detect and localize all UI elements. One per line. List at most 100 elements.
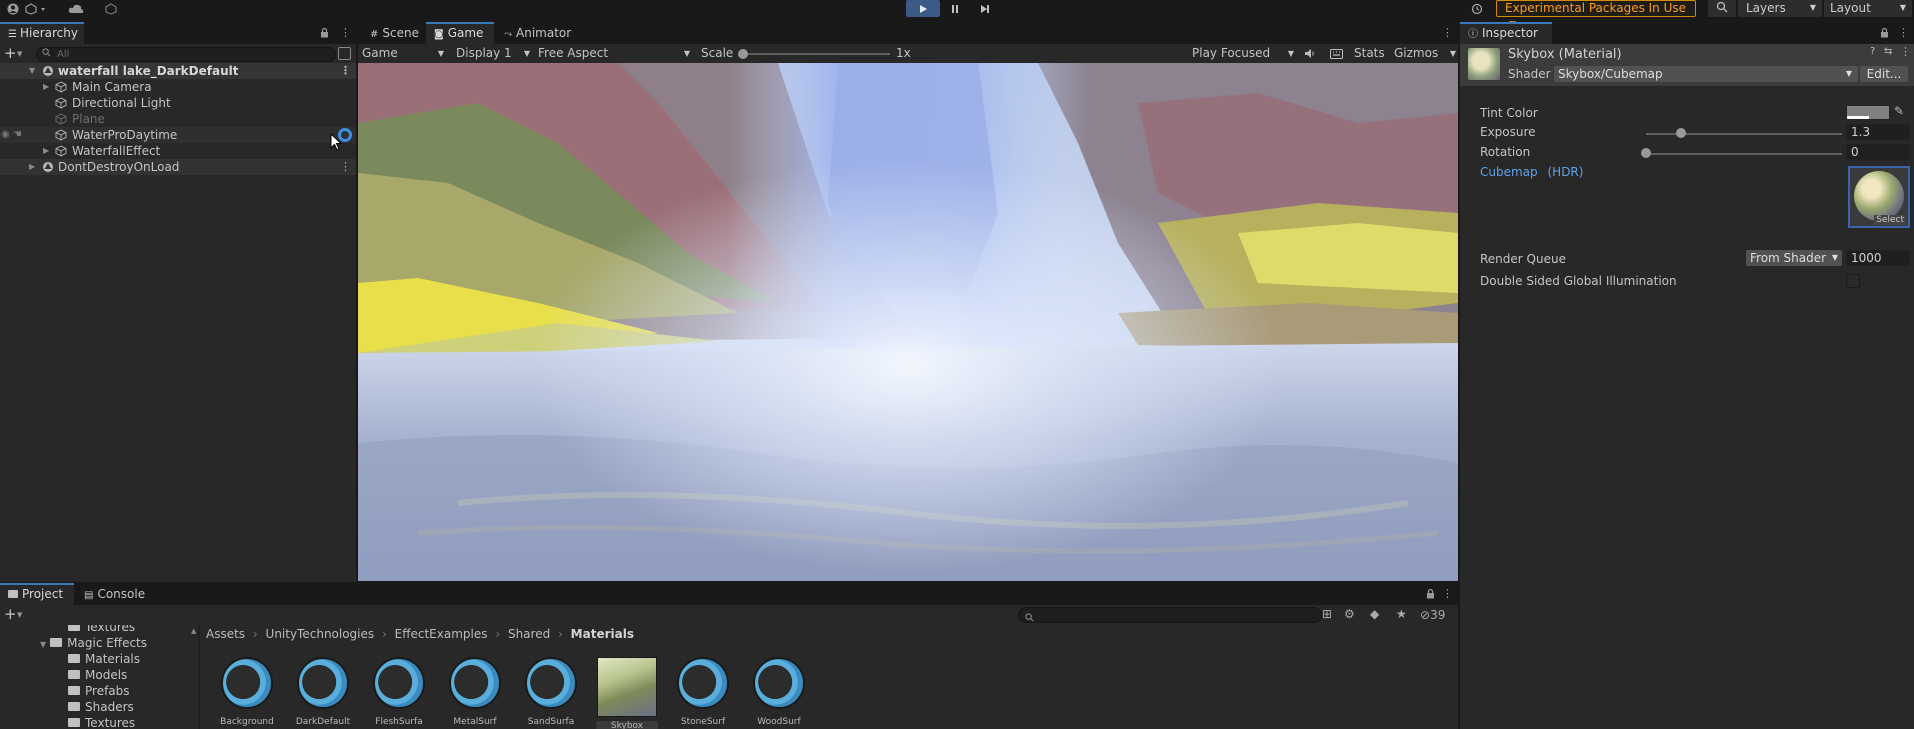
chevron-down-icon: ▼ (1287, 49, 1294, 58)
tab-animator[interactable]: ⤳ Animator (496, 22, 586, 44)
asset-skybox-selected[interactable]: Skybox (596, 657, 658, 729)
asset-material[interactable]: MetalSurf (444, 657, 506, 727)
game-viewport[interactable] (358, 63, 1458, 581)
asset-material[interactable]: FleshSurfa (368, 657, 430, 727)
hierarchy-row-dontdestroyonload[interactable]: ▶ DontDestroyOnLoad ⋮ (0, 159, 356, 175)
stats-toggle[interactable]: Stats (1354, 44, 1385, 63)
chevron-down-icon[interactable]: ▼ (17, 611, 22, 619)
experimental-packages-dropdown[interactable]: Experimental Packages In Use ▼ (1496, 0, 1696, 30)
hierarchy-row-main-camera[interactable]: ▶ Main Camera (0, 79, 356, 95)
help-icon[interactable]: ? (1870, 46, 1875, 57)
console-icon: ▤ (84, 590, 94, 601)
more-options-icon[interactable]: ⋮ (1900, 45, 1911, 58)
folder-item[interactable]: Models (68, 667, 127, 683)
exposure-slider-handle[interactable] (1676, 128, 1687, 138)
game-view-dropdown[interactable]: Game ▼ (362, 44, 448, 63)
tab-project[interactable]: Project (0, 583, 74, 605)
expand-arrow-icon[interactable]: ▶ (43, 143, 49, 159)
more-options-icon[interactable]: ⋮ (340, 159, 351, 175)
aspect-dropdown[interactable]: Free Aspect ▼ (538, 44, 692, 63)
rotation-slider-handle[interactable] (1641, 148, 1651, 158)
folder-item-magic-effects[interactable]: ▼ Magic Effects (40, 635, 147, 651)
asset-material[interactable]: DarkDefault (292, 657, 354, 727)
scale-slider-handle[interactable] (738, 49, 748, 59)
hierarchy-row-directional-light[interactable]: Directional Light (0, 95, 356, 111)
folder-item[interactable]: Prefabs (68, 683, 130, 699)
collapse-arrow-icon[interactable]: ▼ (29, 63, 35, 79)
lock-icon[interactable] (1424, 587, 1436, 601)
lock-icon[interactable] (318, 26, 330, 40)
keyboard-shortcuts-icon[interactable] (1328, 44, 1344, 63)
tab-inspector[interactable]: ⓘ Inspector (1460, 22, 1552, 44)
tab-animator-label: Animator (516, 26, 572, 40)
lock-icon[interactable] (1878, 26, 1890, 40)
add-icon[interactable]: + (4, 44, 17, 62)
display-dropdown[interactable]: Display 1 ▼ (456, 44, 532, 63)
play-button[interactable] (906, 0, 940, 17)
add-icon[interactable]: + (4, 605, 17, 623)
unity-logo-icon[interactable] (24, 1, 50, 17)
folder-item[interactable]: Textures (68, 715, 135, 729)
collab-icon[interactable] (102, 1, 120, 17)
visibility-eye-icon[interactable]: ◉ (1, 127, 10, 143)
hierarchy-search-input[interactable]: All (36, 47, 336, 62)
folder-item[interactable]: Materials (68, 651, 140, 667)
layers-dropdown[interactable]: Layers ▼ (1738, 0, 1822, 17)
cloud-icon[interactable] (66, 1, 86, 17)
tab-console[interactable]: ▤ Console (76, 583, 156, 605)
hierarchy-tabbar: ☰ Hierarchy ⋮ (0, 22, 356, 44)
eyedropper-icon[interactable]: ✎ (1894, 104, 1904, 118)
asset-material[interactable]: Background (216, 657, 278, 727)
expand-arrow-icon[interactable]: ▶ (29, 159, 35, 175)
asset-material[interactable]: WoodSurf (748, 657, 810, 727)
tint-color-swatch[interactable] (1846, 105, 1890, 120)
hierarchy-row-waterfalleffect[interactable]: ▶ WaterfallEffect (0, 143, 356, 159)
rotation-slider-track[interactable] (1646, 153, 1842, 155)
presets-icon[interactable]: ⇆ (1884, 46, 1892, 57)
play-mode-dropdown[interactable]: Play Focused ▼ (1192, 44, 1296, 63)
more-options-icon[interactable]: ⋮ (1442, 587, 1453, 600)
pause-button[interactable] (940, 0, 970, 17)
scale-slider-track[interactable] (742, 53, 890, 55)
more-options-icon[interactable]: ⋮ (1898, 26, 1909, 39)
panel-divider[interactable] (1458, 583, 1460, 729)
step-button[interactable] (970, 0, 1000, 17)
hierarchy-row-waterprodaytime[interactable]: ◉ ☚ WaterProDaytime (0, 127, 356, 151)
render-queue-dropdown[interactable]: From Shader ▼ (1746, 250, 1842, 266)
scene-visibility-icon[interactable] (338, 47, 351, 60)
tint-alpha-bar (1847, 116, 1869, 119)
hierarchy-row-plane[interactable]: Plane (0, 111, 356, 127)
cubemap-slot[interactable]: Select (1848, 166, 1910, 228)
search-button[interactable] (1708, 0, 1736, 17)
scroll-up-icon[interactable]: ▲ (191, 627, 196, 635)
collapse-arrow-icon[interactable]: ▼ (40, 640, 46, 649)
tab-hierarchy[interactable]: ☰ Hierarchy (0, 22, 84, 44)
mute-audio-icon[interactable] (1302, 44, 1318, 63)
account-icon[interactable] (6, 1, 20, 17)
folder-item[interactable]: Textures (68, 625, 135, 635)
hierarchy-row-scene[interactable]: ▼ waterfall lake_DarkDefault ⋮ (0, 63, 356, 79)
material-title: Skybox (Material) (1508, 47, 1622, 62)
shader-dropdown-value: Skybox/Cubemap (1558, 67, 1663, 81)
cubemap-select-button[interactable]: Select (1874, 215, 1906, 225)
gizmos-dropdown[interactable]: Gizmos ▼ (1394, 44, 1456, 63)
history-icon[interactable] (1466, 0, 1488, 17)
asset-material[interactable]: SandSurfa (520, 657, 582, 727)
double-sided-gi-checkbox[interactable] (1846, 274, 1860, 288)
expand-arrow-icon[interactable]: ▶ (43, 79, 49, 95)
chevron-down-icon[interactable]: ▼ (17, 50, 22, 58)
tab-game[interactable]: ◙ Game (426, 22, 494, 44)
shader-dropdown[interactable]: Skybox/Cubemap ▼ (1554, 66, 1858, 82)
more-options-icon[interactable]: ⋮ (1442, 26, 1453, 39)
render-queue-field[interactable]: 1000 (1846, 250, 1910, 266)
shader-edit-button[interactable]: Edit... (1860, 66, 1908, 82)
folder-item[interactable]: Shaders (68, 699, 134, 715)
more-options-icon[interactable]: ⋮ (340, 26, 351, 39)
asset-material[interactable]: StoneSurf (672, 657, 734, 727)
pickable-hand-icon[interactable]: ☚ (13, 127, 22, 143)
tab-scene[interactable]: # Scene (362, 22, 426, 44)
more-options-icon[interactable]: ⋮ (340, 63, 351, 79)
rotation-field[interactable]: 0 (1846, 144, 1910, 160)
exposure-field[interactable]: 1.3 (1846, 124, 1910, 140)
layout-dropdown[interactable]: Layout ▼ (1824, 0, 1912, 17)
